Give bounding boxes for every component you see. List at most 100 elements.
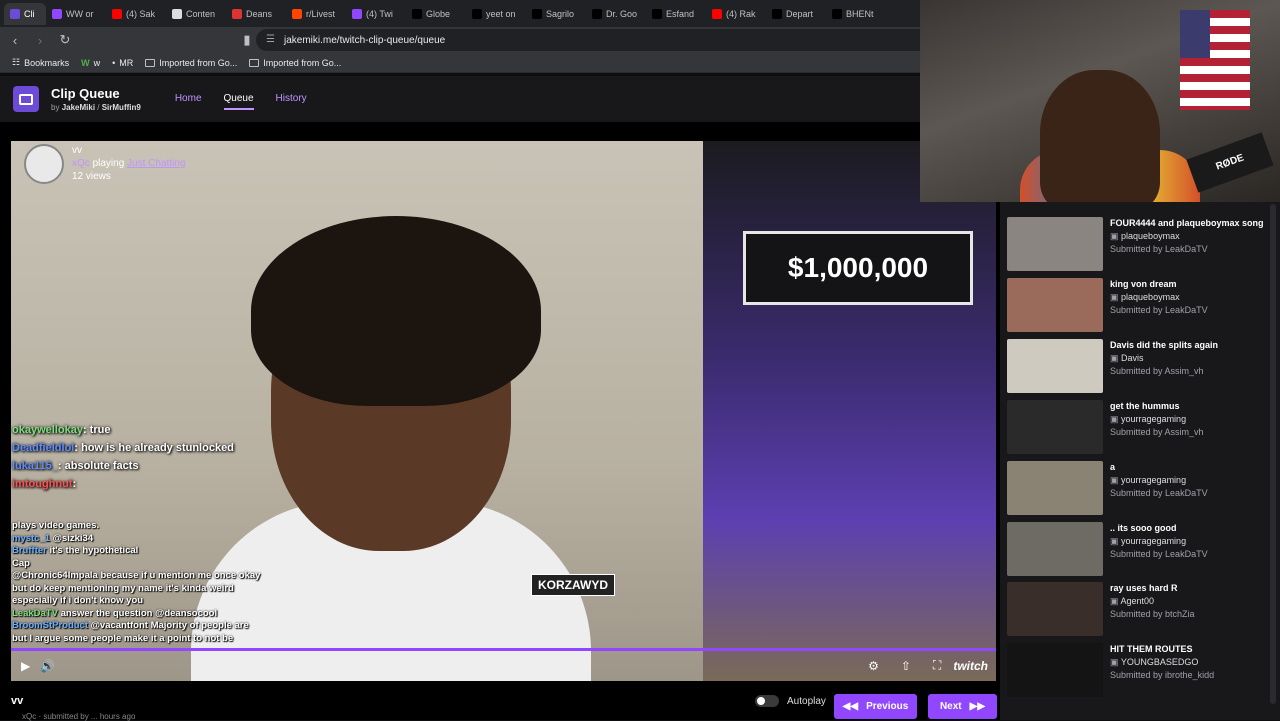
browser-tab[interactable]: Cli — [4, 2, 46, 25]
browser-toolbar: ‹ › ↻ ▮ ☰ jakemiki.me/twitch-clip-queue/… — [0, 27, 936, 53]
apps-icon: ☷ — [12, 57, 21, 67]
bookmark-icon[interactable]: ▮ — [237, 32, 257, 48]
browser-tab[interactable]: Deans — [226, 3, 286, 25]
streamer-link[interactable]: xQc — [72, 158, 90, 169]
queue-item[interactable]: Davis did the splits again ▣ Davis Submitt… — [1007, 339, 1272, 395]
autoplay-label: Autoplay — [787, 695, 826, 707]
previous-icon: ◀◀ — [842, 701, 859, 712]
tab-favicon-icon — [532, 8, 542, 19]
tab-label: Esfand — [666, 8, 695, 19]
queue-thumbnail — [1007, 400, 1103, 454]
stream-chat-text: plays video games. — [12, 520, 100, 531]
queue-item-channel: ▣ yourragegaming — [1110, 475, 1187, 485]
browser-tab[interactable]: WW or — [46, 3, 106, 25]
tab-label: (4) Twi — [366, 8, 393, 19]
browser-tab[interactable]: Conten — [166, 3, 226, 25]
browser-tab[interactable]: Dr. Goo — [586, 3, 646, 25]
play-icon[interactable]: ▶ — [21, 659, 30, 673]
browser-tab[interactable]: Sagrilo — [526, 3, 586, 25]
queue-item-submitter: Submitted by ibrothe_kidd — [1110, 670, 1215, 680]
nav-history[interactable]: History — [276, 89, 307, 110]
twitch-logo[interactable]: twitch — [953, 659, 988, 673]
autoplay-toggle[interactable] — [755, 695, 779, 707]
clip-queue-logo-icon[interactable] — [13, 86, 39, 112]
queue-item[interactable]: a ▣ yourragegaming Submitted by LeakDaTV — [1007, 461, 1272, 517]
nav-home[interactable]: Home — [175, 89, 202, 110]
video-overlay-tag: KORZAWYD — [531, 574, 615, 596]
stream-chat-text: answer the question @deansocool — [60, 607, 218, 619]
reload-icon[interactable]: ↻ — [55, 32, 75, 48]
clip-title: vv — [72, 145, 82, 156]
browser-tab[interactable]: BHENt — [826, 3, 886, 25]
queue-thumbnail — [1007, 278, 1103, 332]
queue-item[interactable]: king von dream ▣ plaqueboymax Submitted by… — [1007, 278, 1272, 334]
app-header: Clip Queue by JakeMiki / SirMuffin9 Home… — [0, 76, 920, 122]
microphone: RØDE — [1186, 132, 1274, 193]
bookmark-item[interactable]: Imported from Go... — [249, 58, 341, 68]
queue-item-title: king von dream — [1110, 279, 1177, 289]
site-info-icon[interactable]: ☰ — [266, 34, 275, 45]
tab-favicon-icon — [712, 8, 722, 19]
queue-item-submitter: Submitted by LeakDaTV — [1110, 488, 1208, 498]
browser-tab[interactable]: r/Livest — [286, 3, 346, 25]
nav-queue[interactable]: Queue — [223, 89, 254, 110]
author-link-jakemiki[interactable]: JakeMiki — [62, 103, 95, 112]
browser-tab[interactable]: Globe — [406, 3, 466, 25]
streamer-avatar[interactable] — [24, 144, 64, 184]
bookmark-item[interactable]: Imported from Go... — [145, 58, 237, 68]
browser-tab[interactable]: Depart — [766, 3, 826, 25]
queue-item[interactable]: HIT THEM ROUTES ▣ YOUNGBASEDGO Submitted b… — [1007, 643, 1272, 699]
queue-item-submitter: Submitted by LeakDaTV — [1110, 244, 1208, 254]
bookmark-item[interactable]: ☷ Bookmarks — [12, 57, 69, 68]
queue-item-channel: ▣ YOUNGBASEDGO — [1110, 657, 1199, 667]
share-icon[interactable]: ⇧ — [901, 659, 911, 673]
back-icon[interactable]: ‹ — [5, 33, 25, 48]
stream-chat-message: Cap — [12, 558, 262, 571]
fullscreen-icon[interactable]: ⛶ — [933, 658, 941, 673]
stream-chat-username: BroomStProduct — [12, 620, 88, 631]
next-icon: ▶▶ — [969, 701, 986, 712]
channel-icon: ▣ — [1110, 414, 1119, 424]
browser-tab[interactable]: Esfand — [646, 3, 706, 25]
stream-chat-message: @Chronic64Impala because if u mention me… — [12, 570, 262, 608]
queue-item[interactable]: get the hummus ▣ yourragegaming Submitted … — [1007, 400, 1272, 456]
queue-item[interactable]: ray uses hard R ▣ Agent00 Submitted by btc… — [1007, 582, 1272, 638]
author-link-sirmuffin9[interactable]: SirMuffin9 — [102, 103, 141, 112]
browser-tab[interactable]: (4) Twi — [346, 3, 406, 25]
next-button[interactable]: Next ▶▶ — [928, 694, 997, 719]
queue-item[interactable]: .. its sooo good ▣ yourragegaming Submitte… — [1007, 522, 1272, 578]
previous-button[interactable]: ◀◀ Previous — [834, 694, 917, 719]
tab-favicon-icon — [772, 8, 782, 19]
tab-label: Sagrilo — [546, 8, 575, 19]
queue-scrollbar[interactable] — [1270, 204, 1276, 704]
chat-username: luka115_ — [12, 460, 58, 472]
browser-tab[interactable]: yeet on — [466, 3, 526, 25]
forward-icon[interactable]: › — [30, 33, 50, 48]
queue-thumbnail — [1007, 461, 1103, 515]
tab-label: (4) Rak — [726, 8, 756, 19]
chat-text: how is he already stunlocked — [81, 442, 234, 454]
browser-tab[interactable]: (4) Rak — [706, 3, 766, 25]
settings-icon[interactable]: ⚙ — [868, 659, 879, 673]
queue-thumbnail — [1007, 339, 1103, 393]
game-link[interactable]: Just Chatting — [127, 158, 185, 169]
queue-item-submitter: Submitted by LeakDaTV — [1110, 305, 1208, 315]
address-bar[interactable]: ☰ jakemiki.me/twitch-clip-queue/queue — [256, 29, 936, 51]
queue-item[interactable]: FOUR4444 and plaqueboymax song ▣ plaquebo… — [1007, 217, 1272, 273]
clip-title-bottom: vv — [11, 695, 24, 707]
tab-favicon-icon — [592, 8, 602, 19]
tab-favicon-icon — [352, 8, 362, 19]
stream-chat-text: @sizki34 — [52, 532, 94, 544]
bookmark-item[interactable]: Ww — [81, 58, 100, 68]
queue-item-title: FOUR4444 and plaqueboymax song — [1110, 218, 1264, 228]
queue-item-submitter: Submitted by Assim_vh — [1110, 366, 1204, 376]
queue-thumbnail — [1007, 582, 1103, 636]
browser-tab[interactable]: (4) Sak — [106, 3, 166, 25]
tab-favicon-icon — [232, 8, 242, 19]
bookmark-item[interactable]: • MR — [112, 58, 133, 68]
channel-icon: ▣ — [1110, 475, 1119, 485]
queue-item-submitter: Submitted by LeakDaTV — [1110, 549, 1208, 559]
tab-label: Depart — [786, 8, 814, 19]
channel-icon: ▣ — [1110, 596, 1119, 606]
volume-icon[interactable]: 🔊 — [40, 659, 55, 673]
